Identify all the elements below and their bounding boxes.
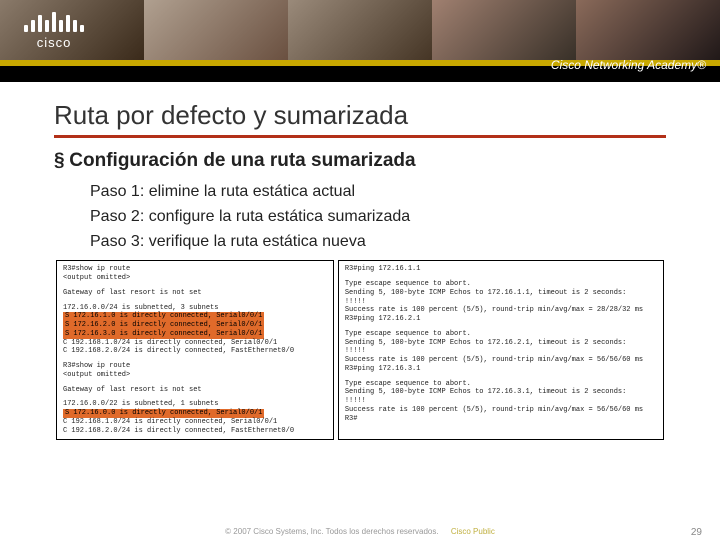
header-banner: cisco Cisco Networking Academy® (0, 0, 720, 82)
cli-line: !!!!! (345, 298, 657, 307)
banner-photos (0, 0, 720, 60)
cli-line: R3#show ip route (63, 265, 327, 274)
cli-line: C 192.168.2.0/24 is directly connected, … (63, 427, 327, 436)
cli-line: R3#ping 172.16.3.1 (345, 365, 657, 374)
step-item: Paso 1: elimine la ruta estática actual (90, 180, 666, 205)
slide-footer: © 2007 Cisco Systems, Inc. Todos los der… (0, 527, 720, 536)
program-name: Cisco Networking Academy® (551, 58, 706, 72)
section-bullet: § (54, 150, 64, 172)
slide-content: Ruta por defecto y sumarizada § Configur… (0, 82, 720, 254)
banner-photo (576, 0, 720, 60)
cli-line: !!!!! (345, 347, 657, 356)
banner-photo (432, 0, 576, 60)
cli-line: C 192.168.1.0/24 is directly connected, … (63, 418, 327, 427)
cisco-bridge-icon (14, 12, 94, 32)
cli-line: 172.16.0.0/22 is subnetted, 1 subnets (63, 400, 327, 409)
cli-highlight: S 172.16.0.0 is directly connected, Seri… (63, 409, 327, 418)
cli-line: Sending 5, 100-byte ICMP Echos to 172.16… (345, 388, 657, 397)
cli-line: 172.16.0.0/24 is subnetted, 3 subnets (63, 304, 327, 313)
cli-line: C 192.168.2.0/24 is directly connected, … (63, 347, 327, 356)
copyright-text: © 2007 Cisco Systems, Inc. Todos los der… (225, 527, 438, 536)
cli-line: Gateway of last resort is not set (63, 386, 327, 395)
banner-photo (144, 0, 288, 60)
cli-highlight: S 172.16.1.0 is directly connected, Seri… (63, 312, 327, 321)
cli-line: Sending 5, 100-byte ICMP Echos to 172.16… (345, 289, 657, 298)
cli-right-pane: R3#ping 172.16.1.1 Type escape sequence … (338, 260, 664, 440)
cisco-wordmark: cisco (14, 35, 94, 50)
cli-line: Type escape sequence to abort. (345, 380, 657, 389)
section-text: Configuración de una ruta sumarizada (69, 150, 415, 171)
cli-line: R3#ping 172.16.2.1 (345, 315, 657, 324)
step-item: Paso 3: verifique la ruta estática nueva (90, 230, 666, 255)
cli-line: Gateway of last resort is not set (63, 289, 327, 298)
page-number: 29 (691, 527, 702, 538)
banner-photo (288, 0, 432, 60)
slide-title: Ruta por defecto y sumarizada (54, 100, 666, 131)
cli-line: !!!!! (345, 397, 657, 406)
cli-line: R3#show ip route (63, 362, 327, 371)
cli-line: Type escape sequence to abort. (345, 330, 657, 339)
classification-text: Cisco Public (451, 527, 495, 536)
cli-line: Success rate is 100 percent (5/5), round… (345, 356, 657, 365)
cli-line: R3#ping 172.16.1.1 (345, 265, 657, 274)
cli-line: Success rate is 100 percent (5/5), round… (345, 406, 657, 415)
step-item: Paso 2: configure la ruta estática sumar… (90, 205, 666, 230)
cli-figure: R3#show ip route <output omitted> Gatewa… (0, 260, 720, 440)
cli-left-pane: R3#show ip route <output omitted> Gatewa… (56, 260, 334, 440)
cli-line: <output omitted> (63, 371, 327, 380)
cli-line: <output omitted> (63, 274, 327, 283)
cli-line: C 192.168.1.0/24 is directly connected, … (63, 339, 327, 348)
section-heading: § Configuración de una ruta sumarizada (54, 150, 666, 172)
steps-list: Paso 1: elimine la ruta estática actual … (90, 180, 666, 254)
cisco-logo: cisco (14, 12, 94, 50)
cli-highlight: S 172.16.2.0 is directly connected, Seri… (63, 321, 327, 330)
cli-line: R3# (345, 415, 657, 424)
cli-highlight: S 172.16.3.0 is directly connected, Seri… (63, 330, 327, 339)
cli-line: Type escape sequence to abort. (345, 280, 657, 289)
title-underline (54, 135, 666, 138)
cli-line: Success rate is 100 percent (5/5), round… (345, 306, 657, 315)
cli-line: Sending 5, 100-byte ICMP Echos to 172.16… (345, 339, 657, 348)
